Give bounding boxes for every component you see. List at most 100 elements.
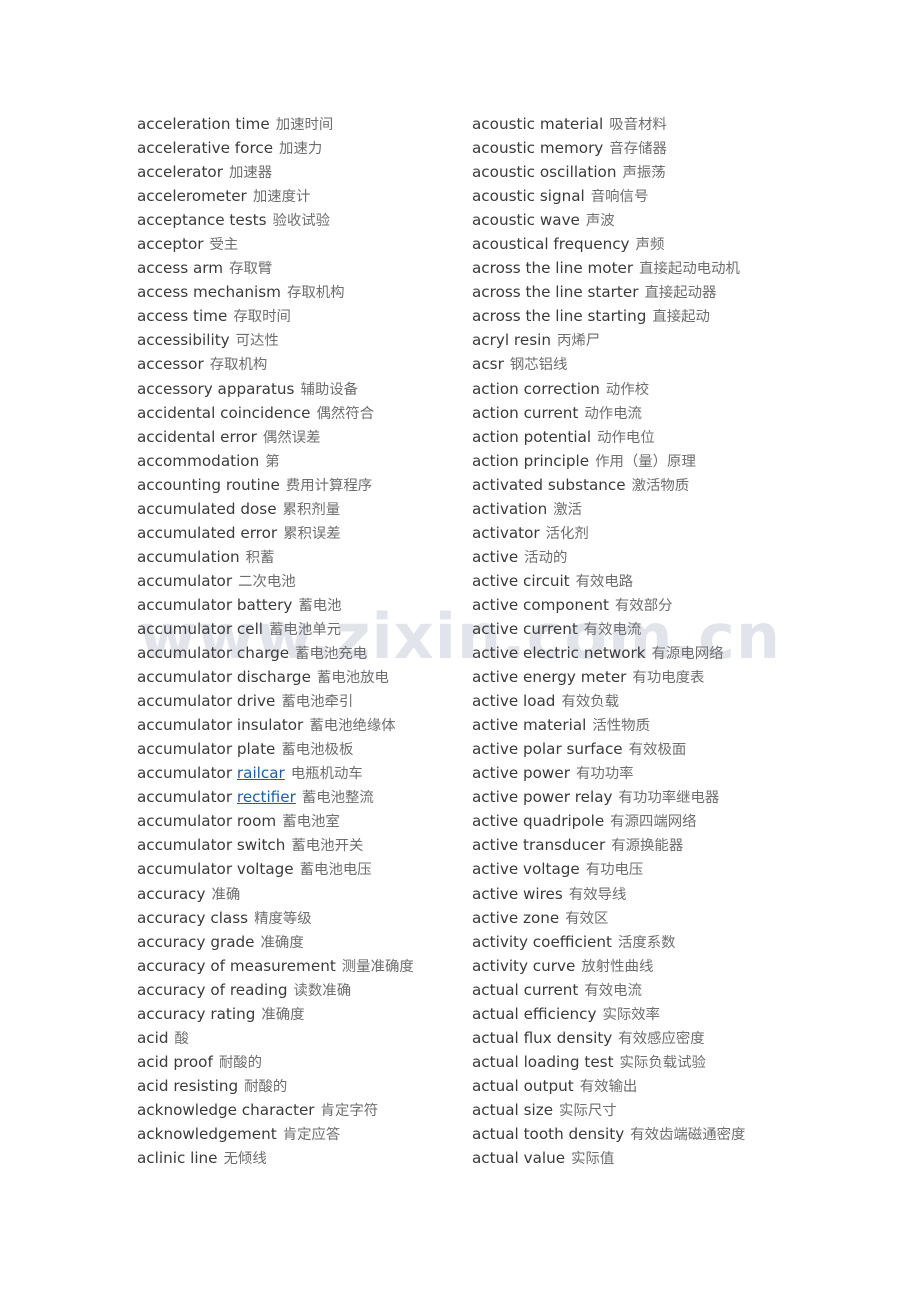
entry-gloss: 受主 — [209, 237, 239, 254]
glossary-entry: active load 有效负载 — [472, 689, 872, 713]
glossary-entry: actual size 实际尺寸 — [472, 1098, 872, 1122]
glossary-entry: accuracy of measurement 测量准确度 — [137, 954, 467, 978]
entry-gloss: 声频 — [635, 237, 665, 254]
glossary-entry: action current 动作电流 — [472, 401, 872, 425]
entry-gloss: 蓄电池开关 — [291, 838, 364, 855]
entry-gloss: 激活物质 — [631, 477, 690, 494]
entry-gloss: 读数准确 — [293, 982, 352, 999]
entry-gloss: 偶然误差 — [262, 429, 321, 446]
entry-gloss: 二次电池 — [238, 573, 296, 590]
entry-term: active load — [472, 692, 556, 711]
entry-gloss: 精度等级 — [254, 910, 312, 927]
glossary-entry: acknowledge character 肯定字符 — [137, 1098, 467, 1122]
entry-gloss: 直接起动电动机 — [639, 261, 740, 278]
entry-gloss: 实际值 — [571, 1151, 615, 1168]
glossary-entry: actual loading test 实际负载试验 — [472, 1050, 872, 1074]
entry-gloss: 有效感应密度 — [618, 1030, 705, 1047]
glossary-entry: action principle 作用（量）原理 — [472, 449, 872, 473]
glossary-entry: acid resisting 耐酸的 — [137, 1074, 467, 1098]
entry-gloss: 声振荡 — [622, 165, 666, 182]
glossary-entry: active current 有效电流 — [472, 617, 872, 641]
entry-term: accessibility — [137, 331, 230, 350]
glossary-entry: accounting routine 费用计算程序 — [137, 473, 467, 497]
entry-term: access mechanism — [137, 283, 281, 302]
glossary-entry: actual value 实际值 — [472, 1146, 872, 1170]
glossary-entry: acknowledgement 肯定应答 — [137, 1122, 467, 1146]
entry-gloss: 有效齿端磁通密度 — [630, 1126, 746, 1143]
entry-term: actual current — [472, 980, 579, 999]
entry-gloss: 准确 — [211, 886, 241, 903]
glossary-entry: accumulation 积蓄 — [137, 545, 467, 569]
glossary-entry: actual current 有效电流 — [472, 978, 872, 1002]
entry-gloss: 累积剂量 — [282, 501, 341, 518]
entry-term: accumulator cell — [137, 619, 264, 638]
glossary-entry: active power 有功功率 — [472, 761, 872, 785]
entry-gloss: 有源换能器 — [611, 838, 684, 855]
entry-term: accumulator insulator — [137, 716, 304, 735]
entry-term: across the line starting — [472, 307, 647, 326]
entry-gloss: 辅助设备 — [300, 381, 359, 398]
entry-gloss: 蓄电池室 — [282, 814, 340, 831]
glossary-entry: accumulator room 蓄电池室 — [137, 809, 467, 833]
entry-gloss: 实际尺寸 — [559, 1102, 617, 1119]
entry-term-link[interactable]: rectifier — [237, 788, 296, 806]
entry-term-link[interactable]: railcar — [237, 764, 285, 782]
entry-gloss: 存取时间 — [233, 309, 291, 326]
entry-gloss: 放射性曲线 — [581, 958, 654, 975]
entry-gloss: 肯定应答 — [282, 1126, 341, 1143]
entry-term: active wires — [472, 884, 563, 903]
entry-term: activity coefficient — [472, 932, 612, 951]
entry-gloss: 有效极面 — [628, 742, 687, 759]
entry-term: accidental error — [137, 427, 257, 446]
entry-gloss: 偶然符合 — [316, 405, 375, 422]
glossary-entry: actual output 有效输出 — [472, 1074, 872, 1098]
entry-term: active voltage — [472, 860, 580, 879]
glossary-entry: accumulator plate 蓄电池极板 — [137, 737, 467, 761]
glossary-entry: acceptor 受主 — [137, 232, 467, 256]
entry-gloss: 钢芯铝线 — [509, 357, 568, 374]
glossary-column-right: acoustic material 吸音材料 acoustic memory 音存储器… — [472, 112, 872, 1170]
entry-gloss: 活动的 — [524, 549, 568, 566]
entry-term: active — [472, 547, 519, 566]
glossary-entry: accessor 存取机构 — [137, 352, 467, 376]
entry-gloss: 有功功率 — [575, 766, 634, 783]
entry-gloss: 蓄电池放电 — [316, 670, 389, 687]
glossary-entry: acceleration time 加速时间 — [137, 112, 467, 136]
entry-gloss: 费用计算程序 — [285, 477, 373, 494]
glossary-entry: actual tooth density 有效齿端磁通密度 — [472, 1122, 872, 1146]
entry-gloss: 准确度 — [261, 1006, 305, 1023]
entry-term: accelerative force — [137, 139, 274, 158]
entry-term: accuracy of reading — [137, 980, 288, 999]
glossary-entry: accuracy rating 准确度 — [137, 1002, 467, 1026]
entry-term: accumulator discharge — [137, 668, 311, 687]
entry-term: accumulator charge — [137, 644, 290, 663]
entry-term: accumulator switch — [137, 836, 286, 855]
entry-gloss: 实际负载试验 — [619, 1054, 706, 1071]
entry-gloss: 直接起动器 — [644, 285, 717, 302]
entry-term: acceptance tests — [137, 211, 267, 230]
glossary-entry: accelerative force 加速力 — [137, 136, 467, 160]
entry-gloss: 动作校 — [605, 381, 650, 398]
entry-gloss: 准确度 — [260, 934, 304, 951]
entry-gloss: 有功功率继电器 — [618, 790, 720, 807]
glossary-entry: accumulator railcar 电瓶机动车 — [137, 761, 467, 785]
glossary-entry: accumulator cell 蓄电池单元 — [137, 617, 467, 641]
entry-gloss: 加速力 — [279, 141, 323, 158]
glossary-entry: accessibility 可达性 — [137, 328, 467, 352]
entry-gloss: 动作电位 — [597, 429, 655, 446]
entry-gloss: 可达性 — [235, 333, 279, 350]
entry-term: accumulation — [137, 547, 240, 566]
entry-term: active power relay — [472, 788, 613, 807]
entry-term: acknowledge character — [137, 1100, 315, 1119]
entry-term: active energy meter — [472, 668, 627, 687]
glossary-entry: acid 酸 — [137, 1026, 467, 1050]
glossary-entry: action potential 动作电位 — [472, 425, 872, 449]
entry-term: accuracy — [137, 884, 206, 903]
glossary-entry: accelerator 加速器 — [137, 160, 467, 184]
glossary-entry: aclinic line 无倾线 — [137, 1146, 467, 1170]
entry-term: active quadripole — [472, 812, 605, 831]
entry-term: action correction — [472, 379, 600, 398]
glossary-entry: access time 存取时间 — [137, 304, 467, 328]
entry-term: accuracy rating — [137, 1004, 256, 1023]
entry-term: active zone — [472, 908, 560, 927]
